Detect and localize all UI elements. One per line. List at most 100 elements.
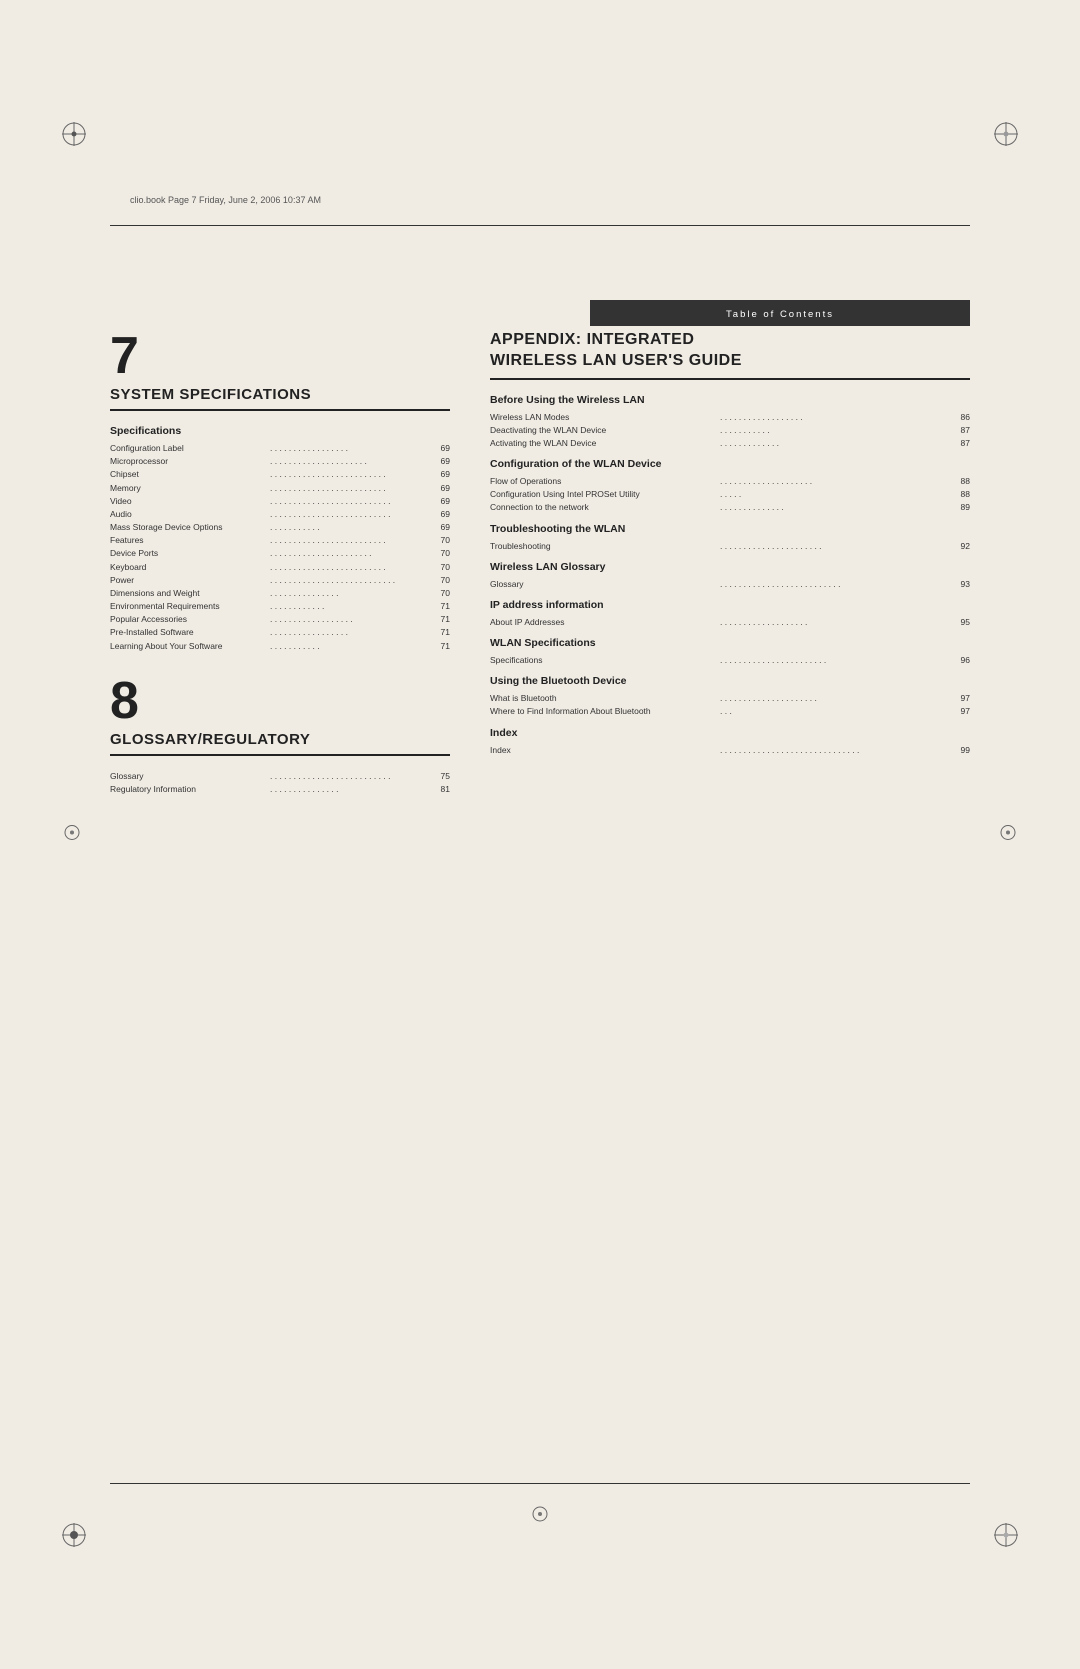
toc-entry-label: Audio [110, 508, 268, 521]
toc-entry-label: What is Bluetooth [490, 692, 718, 705]
toc-entry-dots: . . . . . . . . . . . . . . . . . . . . … [268, 770, 430, 783]
toc-entry-label: Flow of Operations [490, 475, 718, 488]
right-section-0: Before Using the Wireless LAN Wireless L… [490, 394, 970, 451]
right-section-heading: Using the Bluetooth Device [490, 675, 970, 687]
toc-entry-page: 87 [950, 424, 970, 437]
bottom-center-mark [530, 1504, 550, 1529]
toc-entry-label: Keyboard [110, 561, 268, 574]
toc-entry-dots: . . . . . . . . . . . . . . . . . . . . … [718, 692, 950, 705]
toc-entry: What is Bluetooth . . . . . . . . . . . … [490, 692, 970, 705]
toc-entry-label: Wireless LAN Modes [490, 411, 718, 424]
toc-entry-page: 87 [950, 437, 970, 450]
appendix-title-line2: WIRELESS LAN USER'S GUIDE [490, 352, 742, 369]
right-column: APPENDIX: INTEGRATED WIRELESS LAN USER'S… [480, 330, 970, 1449]
toc-entry: Microprocessor . . . . . . . . . . . . .… [110, 455, 450, 468]
toc-entry-dots: . . . . . . . . . . . . [268, 600, 430, 613]
toc-entry-dots: . . . . . . . . . . . . . . . . . . . . … [268, 547, 430, 560]
right-section-heading: IP address information [490, 599, 970, 611]
toc-entry-label: Activating the WLAN Device [490, 437, 718, 450]
toc-entry: Popular Accessories . . . . . . . . . . … [110, 613, 450, 626]
toc-entry-dots: . . . . . . . . . . . . . . . . . . . . … [268, 508, 430, 521]
toc-entry-dots: . . . . . . . . . . . . . . [718, 501, 950, 514]
toc-entry: Chipset . . . . . . . . . . . . . . . . … [110, 468, 450, 481]
right-section-4: IP address information About IP Addresse… [490, 599, 970, 629]
toc-entry-page: 93 [950, 578, 970, 591]
appendix-title-line1: APPENDIX: INTEGRATED [490, 331, 694, 348]
toc-entry-page: 69 [430, 495, 450, 508]
toc-entry: Troubleshooting . . . . . . . . . . . . … [490, 540, 970, 553]
toc-entry: Pre-Installed Software . . . . . . . . .… [110, 626, 450, 639]
toc-entry: Memory . . . . . . . . . . . . . . . . .… [110, 482, 450, 495]
toc-entry: Features . . . . . . . . . . . . . . . .… [110, 534, 450, 547]
toc-entry-dots: . . . . . . . . . . . . . . . [268, 783, 430, 796]
toc-entry: Configuration Label . . . . . . . . . . … [110, 442, 450, 455]
toc-entry-page: 71 [430, 640, 450, 653]
toc-entry-dots: . . . . . . . . . . . . . . . . . . [718, 411, 950, 424]
toc-entry-dots: . . . . . . . . . . . . . . . . . . . . … [718, 540, 950, 553]
toc-entry-dots: . . . . . . . . . . . . . . . . . . . . … [268, 455, 430, 468]
toc-entry-label: Deactivating the WLAN Device [490, 424, 718, 437]
toc-entry-dots: . . . . . . . . . . . . . . . . . . . . … [268, 574, 430, 587]
toc-entry-dots: . . . . . . . . . . . . . . . . . . . . [718, 475, 950, 488]
toc-entry-label: Configuration Label [110, 442, 268, 455]
toc-entry: Where to Find Information About Bluetoot… [490, 705, 970, 718]
right-section-heading: Before Using the Wireless LAN [490, 394, 970, 406]
toc-entry-dots: . . . . . . . . . . . . . . . . . . . . … [268, 495, 430, 508]
toc-entry-label: Where to Find Information About Bluetoot… [490, 705, 718, 718]
toc-entry-label: About IP Addresses [490, 616, 718, 629]
right-section-6: Using the Bluetooth Device What is Bluet… [490, 675, 970, 718]
right-section-3: Wireless LAN Glossary Glossary . . . . .… [490, 561, 970, 591]
toc-entry: Mass Storage Device Options . . . . . . … [110, 521, 450, 534]
toc-entry-dots: . . . . . . . . . . . . . . . [268, 587, 430, 600]
toc-entry: Device Ports . . . . . . . . . . . . . .… [110, 547, 450, 560]
toc-header-text: Table of Contents [726, 309, 834, 320]
right-section-heading: Troubleshooting the WLAN [490, 523, 970, 535]
toc-entry: Activating the WLAN Device . . . . . . .… [490, 437, 970, 450]
toc-entry-label: Pre-Installed Software [110, 626, 268, 639]
toc-entry-page: 89 [950, 501, 970, 514]
toc-entry-page: 95 [950, 616, 970, 629]
right-section-heading: WLAN Specifications [490, 637, 970, 649]
toc-entry-page: 96 [950, 654, 970, 667]
toc-entry-dots: . . . . . . . . . . . . . . . . . . [268, 613, 430, 626]
toc-entry: Learning About Your Software . . . . . .… [110, 640, 450, 653]
toc-entry-page: 71 [430, 626, 450, 639]
toc-entry: Audio . . . . . . . . . . . . . . . . . … [110, 508, 450, 521]
toc-entries-glossary: Glossary . . . . . . . . . . . . . . . .… [110, 770, 450, 796]
toc-entry-page: 81 [430, 783, 450, 796]
right-section-heading: Index [490, 727, 970, 739]
toc-entry-label: Features [110, 534, 268, 547]
toc-entry-label: Environmental Requirements [110, 600, 268, 613]
toc-entry-page: 70 [430, 547, 450, 560]
reg-mark-tl [60, 120, 88, 148]
right-section-1: Configuration of the WLAN Device Flow of… [490, 458, 970, 515]
right-section-heading: Configuration of the WLAN Device [490, 458, 970, 470]
toc-entry-dots: . . . . . . . . . . . . . . . . . [268, 626, 430, 639]
toc-entry-page: 86 [950, 411, 970, 424]
toc-entry-page: 99 [950, 744, 970, 757]
toc-entry-dots: . . . . . . . . . . . [268, 521, 430, 534]
toc-entry-label: Regulatory Information [110, 783, 268, 796]
chapter8-number: 8 [110, 675, 450, 727]
toc-entry: Specifications . . . . . . . . . . . . .… [490, 654, 970, 667]
toc-entry-label: Glossary [110, 770, 268, 783]
toc-entry-label: Index [490, 744, 718, 757]
toc-entry-page: 71 [430, 600, 450, 613]
appendix-title: APPENDIX: INTEGRATED WIRELESS LAN USER'S… [490, 330, 970, 380]
toc-entry-dots: . . . . . . . . . . . . . . . . . . . . … [718, 578, 950, 591]
header-line [110, 225, 970, 226]
toc-entry-label: Chipset [110, 468, 268, 481]
toc-entry-dots: . . . . . . . . . . . . . . . . . . . . … [718, 744, 950, 757]
toc-entry-dots: . . . . . . . . . . . . . . . . . . . . … [268, 561, 430, 574]
toc-header-bar: Table of Contents [590, 300, 970, 326]
toc-entry-label: Power [110, 574, 268, 587]
toc-entry-label: Device Ports [110, 547, 268, 560]
toc-entry-page: 70 [430, 587, 450, 600]
toc-entry: Dimensions and Weight . . . . . . . . . … [110, 587, 450, 600]
chapter8-title: GLOSSARY/REGULATORY [110, 731, 450, 756]
toc-entry-page: 88 [950, 488, 970, 501]
toc-entry: Configuration Using Intel PROSet Utility… [490, 488, 970, 501]
toc-entry-page: 88 [950, 475, 970, 488]
right-section-heading: Wireless LAN Glossary [490, 561, 970, 573]
reg-mark-br [992, 1521, 1020, 1549]
